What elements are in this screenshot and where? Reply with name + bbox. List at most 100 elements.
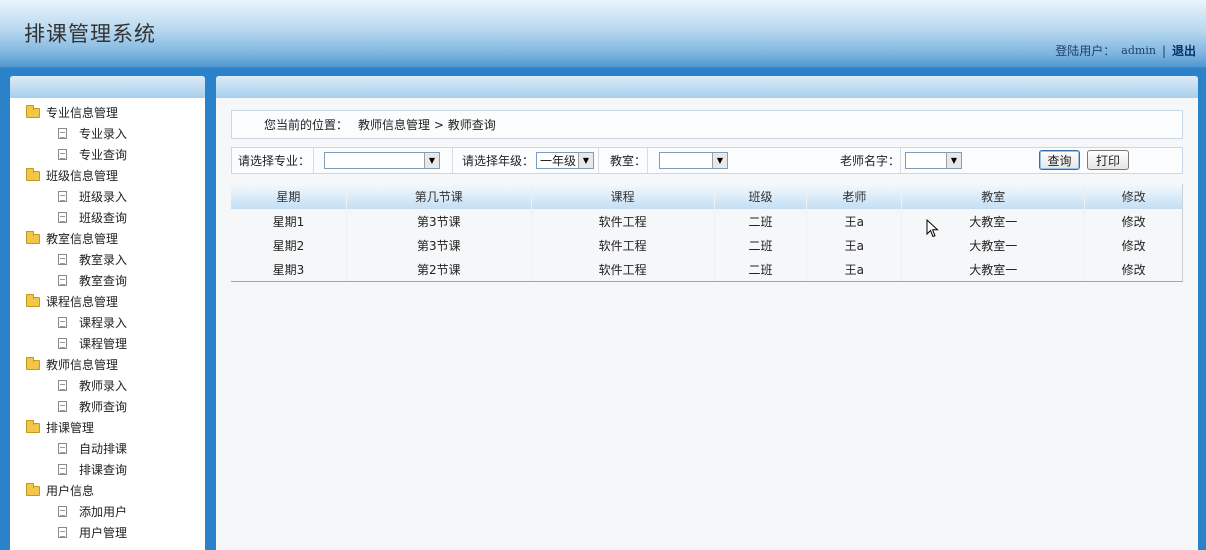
grade-select-value: 一年级 — [540, 154, 577, 168]
document-icon — [58, 191, 67, 202]
sidebar-group-schedule[interactable]: 排课管理 — [10, 417, 205, 438]
sidebar-item-major-add[interactable]: 专业录入 — [10, 123, 205, 144]
folder-open-icon — [26, 293, 40, 307]
sidebar-group-label: 排课管理 — [46, 421, 95, 435]
table-row: 星期2 第3节课 软件工程 二班 王a 大教室一 修改 — [231, 233, 1182, 257]
breadcrumb-prefix: 您当前的位置： — [264, 118, 349, 132]
teacher-select[interactable]: ▼ — [905, 152, 962, 169]
sidebar-item-course-manage[interactable]: 课程管理 — [10, 333, 205, 354]
sidebar-item-class-add[interactable]: 班级录入 — [10, 186, 205, 207]
cell-teacher: 王a — [807, 257, 903, 281]
breadcrumb: 您当前的位置： 教师信息管理 > 教师查询 — [231, 110, 1183, 139]
document-icon — [58, 443, 67, 454]
cell-weekday: 星期2 — [231, 233, 347, 257]
major-select-wrap: ▼ — [324, 148, 440, 173]
sidebar-item-label: 教师录入 — [79, 379, 128, 393]
logout-link[interactable]: 退出 — [1172, 42, 1196, 59]
filter-divider — [452, 148, 453, 173]
major-select[interactable]: ▼ — [324, 152, 440, 169]
sidebar: 专业信息管理 专业录入 专业查询 班级信息管理 班级录入 班级查询 教室信息管理 — [10, 76, 205, 550]
sidebar-item-major-query[interactable]: 专业查询 — [10, 144, 205, 165]
edit-link[interactable]: 修改 — [1085, 209, 1182, 233]
cell-class: 二班 — [715, 233, 808, 257]
document-icon — [58, 527, 67, 538]
breadcrumb-level-1: 教师信息管理 — [358, 118, 431, 132]
folder-open-icon — [26, 230, 40, 244]
document-icon — [58, 128, 67, 139]
sidebar-item-user-manage[interactable]: 用户管理 — [10, 522, 205, 543]
folder-open-icon — [26, 167, 40, 181]
sidebar-item-teacher-add[interactable]: 教师录入 — [10, 375, 205, 396]
sidebar-item-classroom-query[interactable]: 教室查询 — [10, 270, 205, 291]
edit-link[interactable]: 修改 — [1085, 257, 1182, 281]
sidebar-group-label: 课程信息管理 — [46, 295, 119, 309]
cell-period: 第3节课 — [347, 209, 532, 233]
grade-select[interactable]: 一年级 ▼ — [536, 152, 594, 169]
room-select[interactable]: ▼ — [659, 152, 728, 169]
app-title: 排课管理系统 — [24, 22, 156, 46]
main-panel-header — [216, 76, 1198, 98]
sidebar-item-teacher-query[interactable]: 教师查询 — [10, 396, 205, 417]
sidebar-item-label: 用户管理 — [79, 526, 128, 540]
document-icon — [58, 506, 67, 517]
sidebar-group-user[interactable]: 用户信息 — [10, 480, 205, 501]
dropdown-arrow-icon: ▼ — [424, 153, 439, 168]
print-button[interactable]: 打印 — [1087, 150, 1129, 170]
filter-divider — [313, 148, 314, 173]
sidebar-item-user-add[interactable]: 添加用户 — [10, 501, 205, 522]
dropdown-arrow-icon: ▼ — [578, 153, 593, 168]
dropdown-arrow-icon: ▼ — [946, 153, 961, 168]
document-icon — [58, 254, 67, 265]
sidebar-header — [10, 76, 205, 98]
column-header-period: 第几节课 — [347, 184, 532, 209]
sidebar-item-label: 教师查询 — [79, 400, 128, 414]
sidebar-group-label: 教师信息管理 — [46, 358, 119, 372]
cell-course: 软件工程 — [532, 209, 715, 233]
column-header-classroom: 教室 — [902, 184, 1086, 209]
user-info: 登陆用户： admin | 退出 — [1055, 42, 1196, 59]
document-icon — [58, 380, 67, 391]
sidebar-item-label: 添加用户 — [79, 505, 128, 519]
filter-bar: 请选择专业： ▼ 请选择年级： 一年级 ▼ 教室： ▼ 老师名字： ▼ 查询 打… — [231, 147, 1183, 174]
teacher-select-wrap: ▼ — [905, 148, 962, 173]
column-header-class: 班级 — [715, 184, 808, 209]
sidebar-group-class[interactable]: 班级信息管理 — [10, 165, 205, 186]
column-header-teacher: 老师 — [807, 184, 903, 209]
mouse-pointer-icon — [926, 219, 939, 238]
user-separator: | — [1161, 43, 1166, 58]
folder-open-icon — [26, 356, 40, 370]
column-header-edit: 修改 — [1121, 190, 1146, 204]
sidebar-menu: 专业信息管理 专业录入 专业查询 班级信息管理 班级录入 班级查询 教室信息管理 — [10, 98, 205, 543]
main-panel: 您当前的位置： 教师信息管理 > 教师查询 请选择专业： ▼ 请选择年级： 一年… — [216, 76, 1198, 550]
major-label: 请选择专业： — [238, 154, 311, 168]
sidebar-group-major[interactable]: 专业信息管理 — [10, 102, 205, 123]
sidebar-group-teacher[interactable]: 教师信息管理 — [10, 354, 205, 375]
column-header-weekday: 星期 — [231, 184, 347, 209]
sidebar-item-class-query[interactable]: 班级查询 — [10, 207, 205, 228]
sidebar-item-course-add[interactable]: 课程录入 — [10, 312, 205, 333]
document-icon — [58, 275, 67, 286]
sidebar-item-schedule-query[interactable]: 排课查询 — [10, 459, 205, 480]
document-icon — [58, 149, 67, 160]
filter-divider — [647, 148, 648, 173]
cell-class: 二班 — [715, 209, 808, 233]
table-header-row: 星期 第几节课 课程 班级 老师 教室 修改 — [231, 184, 1182, 209]
column-header-course: 课程 — [532, 184, 715, 209]
cell-teacher: 王a — [807, 209, 903, 233]
sidebar-item-label: 自动排课 — [79, 442, 128, 456]
edit-link[interactable]: 修改 — [1085, 233, 1182, 257]
header-bar: 排课管理系统 登陆用户： admin | 退出 — [0, 0, 1206, 68]
sidebar-item-auto-schedule[interactable]: 自动排课 — [10, 438, 205, 459]
cell-classroom: 大教室一 — [902, 257, 1086, 281]
sidebar-group-classroom[interactable]: 教室信息管理 — [10, 228, 205, 249]
sidebar-item-label: 专业录入 — [79, 127, 128, 141]
folder-open-icon — [26, 104, 40, 118]
schedule-table: 星期 第几节课 课程 班级 老师 教室 修改 星期1 第3节课 软件工程 二班 … — [231, 184, 1183, 282]
cell-period: 第2节课 — [347, 257, 532, 281]
query-button[interactable]: 查询 — [1039, 150, 1080, 170]
document-icon — [58, 338, 67, 349]
sidebar-item-classroom-add[interactable]: 教室录入 — [10, 249, 205, 270]
document-icon — [58, 401, 67, 412]
cell-teacher: 王a — [807, 233, 903, 257]
sidebar-group-course[interactable]: 课程信息管理 — [10, 291, 205, 312]
